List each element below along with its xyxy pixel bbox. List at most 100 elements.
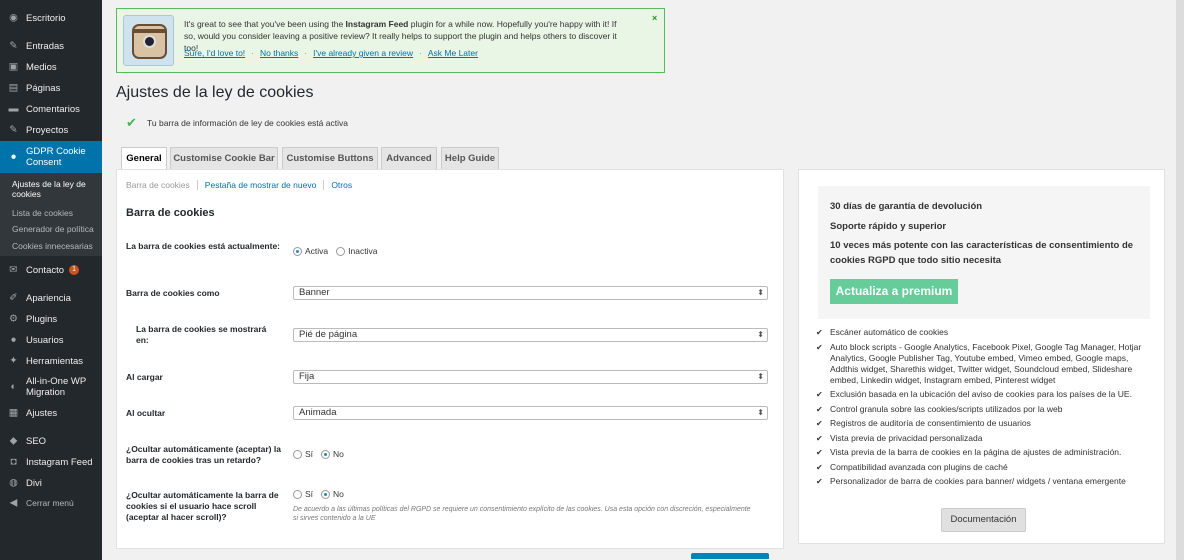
menu-item-instagram-feed[interactable]: ◘ Instagram Feed <box>0 454 102 470</box>
notification-badge: 1 <box>69 265 80 275</box>
brush-icon: ✐ <box>9 292 18 304</box>
section-title: Barra de cookies <box>126 207 215 219</box>
auto-hide-label: ¿Ocultar automáticamente (aceptar) la ba… <box>126 444 281 465</box>
tab-general[interactable]: General <box>121 147 167 170</box>
menu-item-label: Ajustes <box>26 407 58 419</box>
on-load-label: Al cargar <box>126 372 163 382</box>
scroll-note: De acuerdo a las últimas políticas del R… <box>293 506 751 522</box>
menu-item-cerrar-menu[interactable]: ◀ Cerrar menú <box>0 495 102 511</box>
subtab-otros[interactable]: Otros <box>324 180 359 190</box>
collapse-icon: ◀ <box>9 497 18 509</box>
promo-line: 30 días de garantía de devolución <box>830 201 983 212</box>
menu-item-entradas[interactable]: ✎ Entradas <box>0 38 102 54</box>
submenu-item-generador-politica[interactable]: Generador de política <box>12 224 96 234</box>
menu-item-seo[interactable]: ◆ SEO <box>0 433 102 449</box>
documentation-button[interactable]: Documentación <box>941 508 1026 532</box>
radio-si[interactable] <box>293 489 302 499</box>
menu-item-label: GDPR Cookie Consent <box>26 146 86 168</box>
menu-item-label: Páginas <box>26 82 61 94</box>
checkmark-icon: ✔ <box>816 462 823 472</box>
menu-item-label: All-in-One WP Migration <box>26 376 87 398</box>
list-item: ✔ Exclusión basada en la ubicación del av… <box>816 389 1132 399</box>
save-button[interactable] <box>691 553 769 559</box>
tab-advanced[interactable]: Advanced <box>381 147 437 169</box>
menu-item-paginas[interactable]: ▤ Páginas <box>0 80 102 96</box>
position-select[interactable]: Pié de página ⬍ <box>293 328 768 342</box>
list-item: ✔ Escáner automático de cookies <box>816 327 949 337</box>
seo-icon: ◆ <box>9 435 18 447</box>
dashboard-icon: ◉ <box>9 12 18 24</box>
menu-item-medios[interactable]: ▣ Medios <box>0 59 102 75</box>
subtabs: Barra de cookies Pestaña de mostrar de n… <box>126 180 359 190</box>
tab-help-guide[interactable]: Help Guide <box>441 147 499 169</box>
instagram-icon: ◘ <box>10 456 17 468</box>
menu-item-label: Herramientas <box>26 355 84 367</box>
on-load-select[interactable]: Fija ⬍ <box>293 370 768 384</box>
radio-label: Sí <box>305 489 314 499</box>
menu-item-herramientas[interactable]: ✦ Herramientas <box>0 353 102 369</box>
checkmark-icon: ✔ <box>816 433 823 443</box>
upgrade-premium-button[interactable]: Actualiza a premium <box>830 279 958 304</box>
review-already-link[interactable]: I've already given a review <box>313 48 413 58</box>
promo-box: 30 días de garantía de devolución Soport… <box>818 186 1150 319</box>
menu-item-comentarios[interactable]: ▬ Comentarios <box>0 101 102 117</box>
subtab-barra-cookies[interactable]: Barra de cookies <box>126 180 198 190</box>
select-value: Pié de página <box>299 329 358 340</box>
wrench-icon: ✦ <box>9 355 18 367</box>
submenu-item-ajustes[interactable]: Ajustes de la ley de cookies <box>12 179 96 199</box>
checkmark-icon: ✔ <box>816 342 823 352</box>
radio-no[interactable] <box>321 449 331 459</box>
migration-icon: ◐ <box>10 381 17 393</box>
menu-item-usuarios[interactable]: ● Usuarios <box>0 332 102 348</box>
cookie-icon: ● <box>10 151 17 163</box>
menu-item-label: Escritorio <box>26 12 66 24</box>
on-hide-select[interactable]: Animada ⬍ <box>293 406 768 420</box>
menu-item-divi[interactable]: ◍ Divi <box>0 475 102 491</box>
submenu-item-lista-cookies[interactable]: Lista de cookies <box>12 208 96 218</box>
menu-item-escritorio[interactable]: ◉ Escritorio <box>0 10 102 26</box>
review-yes-link[interactable]: Sure, I'd love to! <box>184 48 245 58</box>
tab-customise-buttons[interactable]: Customise Buttons <box>282 147 378 169</box>
checkmark-icon: ✔ <box>816 419 823 428</box>
radio-label: Sí <box>305 449 314 459</box>
bar-as-select[interactable]: Banner ⬍ <box>293 286 768 300</box>
menu-item-apariencia[interactable]: ✐ Apariencia <box>0 290 102 306</box>
menu-item-label: Contacto <box>26 264 65 276</box>
list-item: ✔ Control granula sobre las cookies/scrip… <box>816 403 1063 414</box>
media-icon: ▣ <box>8 61 19 73</box>
position-label: La barra de cookies se mostrará en: <box>136 324 267 345</box>
instagram-review-notice: It's great to see that you've been using… <box>116 8 665 73</box>
close-icon[interactable]: × <box>652 13 657 23</box>
submenu-item-cookies-innecesarias[interactable]: Cookies innecesarias <box>12 241 96 251</box>
menu-item-label: Divi <box>26 477 42 489</box>
page-icon: ▤ <box>8 82 19 94</box>
auto-scroll-label: ¿Ocultar automáticamente la barra de coo… <box>126 490 279 522</box>
checkmark-icon: ✔ <box>816 328 823 337</box>
tab-customise-cookie-bar[interactable]: Customise Cookie Bar <box>170 147 278 169</box>
menu-item-plugins[interactable]: ⚙ Plugins <box>0 311 102 327</box>
review-no-link[interactable]: No thanks <box>260 48 298 58</box>
radio-no[interactable] <box>321 489 331 499</box>
menu-item-label: Usuarios <box>26 334 64 346</box>
menu-item-proyectos[interactable]: ✎ Proyectos <box>0 122 102 138</box>
menu-item-all-in-one-migration[interactable]: ◐ All-in-One WP Migration <box>0 374 102 400</box>
plugin-name: Instagram Feed <box>345 19 409 29</box>
status-message: Tu barra de información de ley de cookie… <box>147 118 348 128</box>
menu-item-label: Medios <box>26 61 57 73</box>
menu-item-label: Comentarios <box>26 103 80 115</box>
menu-item-gdpr-cookie-consent[interactable]: ● GDPR Cookie Consent <box>0 141 102 173</box>
menu-item-ajustes[interactable]: ▦ Ajustes <box>0 405 102 421</box>
mail-icon: ✉ <box>9 264 18 276</box>
menu-item-contacto[interactable]: ✉ Contacto 1 <box>0 262 102 278</box>
radio-si[interactable] <box>293 449 302 459</box>
subtab-pestana-mostrar[interactable]: Pestaña de mostrar de nuevo <box>198 180 325 190</box>
notice-links: Sure, I'd love to! · No thanks · I've alread… <box>184 48 478 58</box>
feature-list: ✔ Escáner automático de cookies ✔ Auto blo… <box>816 327 1156 491</box>
radio-inactiva[interactable] <box>336 246 346 256</box>
radio-activa[interactable] <box>293 246 302 256</box>
checkmark-icon: ✔ <box>816 477 823 486</box>
list-item: ✔ Vista previa de privacidad personalizad… <box>816 432 983 443</box>
checkmark-icon: ✔ <box>816 404 823 414</box>
background-strip <box>1176 0 1184 560</box>
review-later-link[interactable]: Ask Me Later <box>428 48 478 58</box>
